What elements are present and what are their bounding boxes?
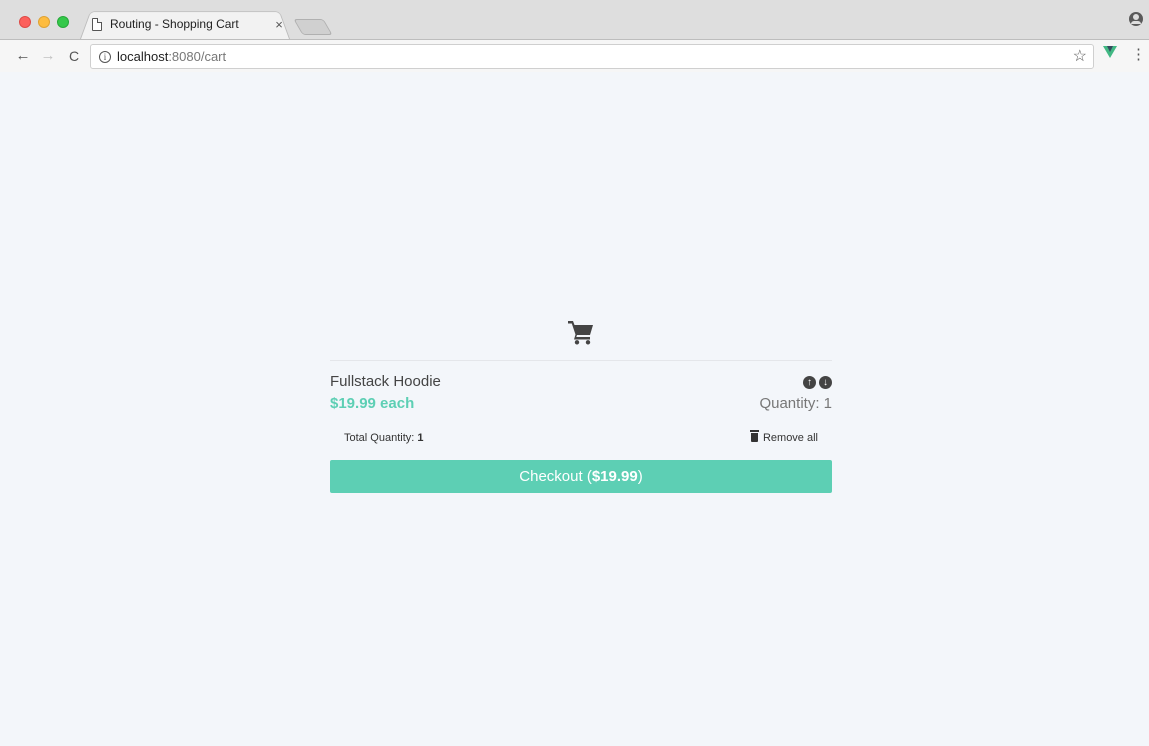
maximize-window-button[interactable] (57, 16, 69, 28)
cart-item-quantity: ↑ ↓ Quantity: 1 (759, 373, 832, 413)
item-title: Fullstack Hoodie (330, 373, 441, 390)
tab-close-icon[interactable]: × (272, 17, 286, 32)
url-host: localhost (117, 49, 169, 64)
checkout-suffix: ) (637, 468, 643, 485)
tab-title: Routing - Shopping Cart (110, 17, 239, 31)
bookmark-star-icon[interactable]: ☆ (1073, 46, 1087, 66)
remove-all-label: Remove all (762, 432, 818, 444)
quantity-controls: ↑ ↓ (759, 373, 832, 391)
checkout-amount: $19.99 (591, 468, 638, 485)
vue-devtools-icon[interactable] (1103, 46, 1117, 58)
total-quantity-value: 1 (417, 432, 424, 444)
document-icon (92, 17, 102, 31)
forward-arrow-icon[interactable]: → (39, 46, 57, 66)
divider (330, 360, 832, 361)
browser-tab-content[interactable]: Routing - Shopping Cart × (92, 14, 288, 34)
checkout-button[interactable]: Checkout ($19.99) (330, 460, 832, 493)
menu-dots-icon[interactable]: ⋮ (1131, 47, 1146, 62)
back-arrow-icon[interactable]: ← (14, 46, 32, 66)
remove-all-button[interactable]: Remove all (749, 430, 818, 445)
page-content: Fullstack Hoodie $19.99 each ↑ ↓ Quantit… (8, 73, 1149, 746)
trash-icon (749, 430, 759, 442)
total-quantity: Total Quantity: 1 (344, 431, 424, 445)
shopping-cart-icon (568, 321, 593, 345)
cart-item-info: Fullstack Hoodie $19.99 each (330, 373, 441, 413)
total-quantity-label: Total Quantity: (344, 432, 418, 444)
info-icon[interactable]: i (99, 50, 111, 63)
address-bar[interactable]: i localhost :8080/cart ☆ (90, 44, 1094, 69)
url-path: :8080/cart (168, 49, 227, 64)
cart-item: Fullstack Hoodie $19.99 each ↑ ↓ Quantit… (330, 373, 832, 413)
profile-icon[interactable] (1129, 12, 1143, 26)
minimize-window-button[interactable] (38, 16, 50, 28)
item-quantity: Quantity: 1 (759, 395, 832, 412)
cart-container: Fullstack Hoodie $19.99 each ↑ ↓ Quantit… (330, 319, 832, 493)
close-window-button[interactable] (19, 16, 31, 28)
decrease-quantity-icon[interactable]: ↓ (819, 375, 832, 389)
reload-icon[interactable]: C (65, 46, 83, 66)
checkout-label: Checkout ( (519, 468, 592, 485)
cart-summary: Total Quantity: 1 Remove all (330, 430, 832, 445)
browser-toolbar: ← → C i localhost :8080/cart ☆ (0, 39, 1149, 72)
increase-quantity-icon[interactable]: ↑ (803, 375, 816, 389)
item-price: $19.99 each (330, 395, 415, 412)
browser-chrome: Routing - Shopping Cart × ← → C i localh… (0, 0, 1149, 72)
